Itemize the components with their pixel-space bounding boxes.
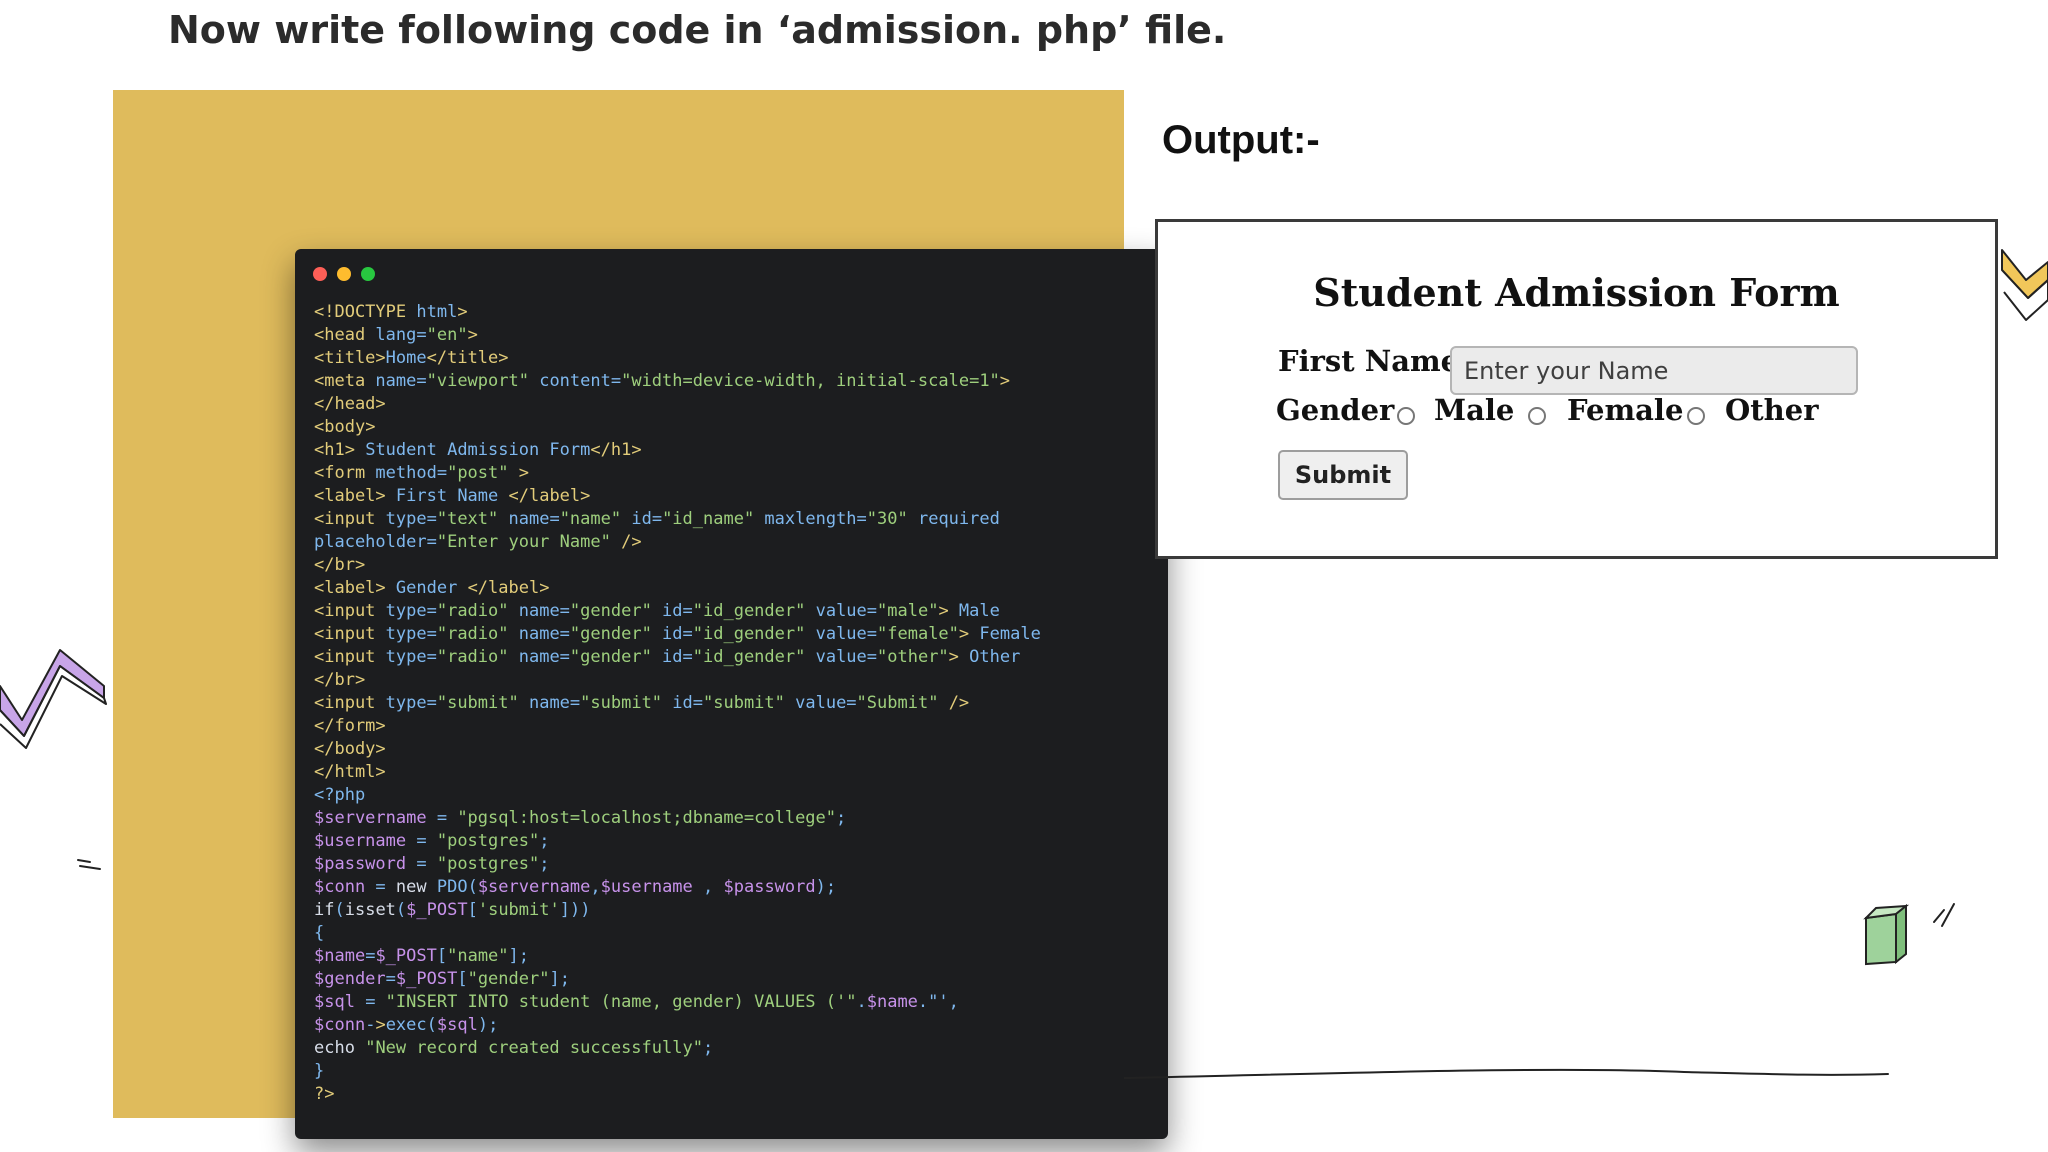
- cube-doodle-icon: [1863, 903, 1955, 966]
- submit-button[interactable]: Submit: [1278, 450, 1408, 500]
- code-line: $sql = "INSERT INTO student (name, gende…: [314, 992, 959, 1012]
- code-line: <label> First Name </label>: [314, 486, 591, 506]
- code-line: <input type="radio" name="gender" id="id…: [314, 647, 1021, 667]
- code-line: }: [314, 1061, 325, 1081]
- name-input[interactable]: [1450, 346, 1858, 395]
- code-line: </br>: [314, 555, 366, 575]
- code-line: $gender=$_POST["gender"];: [314, 969, 570, 989]
- code-line: $password = "postgres";: [314, 854, 550, 874]
- code-line: </body>: [314, 739, 386, 759]
- code-line: <title>Home</title>: [314, 348, 509, 368]
- code-line: <!DOCTYPE html>: [314, 302, 468, 322]
- dash-doodle-icon: [77, 859, 101, 870]
- code-line: </br>: [314, 670, 366, 690]
- code-line: <label> Gender </label>: [314, 578, 550, 598]
- code-line: <input type="submit" name="submit" id="s…: [314, 693, 970, 713]
- first-name-label: First Name: [1278, 344, 1460, 378]
- option-other-label: Other: [1725, 393, 1819, 427]
- code-line: </head>: [314, 394, 386, 414]
- output-preview: Student Admission Form First Name Gender…: [1155, 219, 1998, 559]
- code-line: <meta name="viewport" content="width=dev…: [314, 371, 1011, 391]
- form-heading: Student Admission Form: [1313, 270, 1840, 315]
- code-line: <input type="radio" name="gender" id="id…: [314, 601, 1000, 621]
- radio-male[interactable]: [1397, 407, 1415, 425]
- option-male-label: Male: [1434, 393, 1515, 427]
- radio-female[interactable]: [1528, 407, 1546, 425]
- maximize-dot-icon: [361, 267, 375, 281]
- code-line: <input type="radio" name="gender" id="id…: [314, 624, 1041, 644]
- zigzag-doodle-right-icon: [2001, 249, 2048, 321]
- output-label: Output:-: [1162, 118, 1320, 162]
- code-line: placeholder="Enter your Name" />: [314, 532, 642, 552]
- code-line: if(isset($_POST['submit'])): [314, 900, 591, 920]
- gender-label: Gender: [1276, 393, 1395, 427]
- code-line: $username = "postgres";: [314, 831, 550, 851]
- code-line: $name=$_POST["name"];: [314, 946, 530, 966]
- code-line: <form method="post" >: [314, 463, 529, 483]
- zigzag-doodle-icon: [0, 649, 107, 749]
- code-line: <?php: [314, 785, 366, 805]
- code-editor-window: <!DOCTYPE html> <head lang="en"> <title>Ho…: [295, 249, 1168, 1139]
- code-panel-background: <!DOCTYPE html> <head lang="en"> <title>Ho…: [113, 90, 1168, 1139]
- close-dot-icon: [313, 267, 327, 281]
- minimize-dot-icon: [337, 267, 351, 281]
- code-line: $servername = "pgsql:host=localhost;dbna…: [314, 808, 847, 828]
- code-line: <head lang="en">: [314, 325, 478, 345]
- code-line: echo "New record created successfully";: [314, 1038, 714, 1058]
- code-line: <input type="text" name="name" id="id_na…: [314, 509, 1000, 529]
- code-line: {: [314, 923, 325, 943]
- code-line: $conn = new PDO($servername,$username , …: [314, 877, 837, 897]
- code-line: </form>: [314, 716, 386, 736]
- radio-other[interactable]: [1687, 407, 1705, 425]
- code-line: ?>: [314, 1084, 335, 1104]
- slide-title: Now write following code in ‘admission. …: [168, 8, 1227, 52]
- underline-stroke-icon: [1124, 1068, 1889, 1079]
- code-line: <h1> Student Admission Form</h1>: [314, 440, 642, 460]
- code-line: </html>: [314, 762, 386, 782]
- code-line: $conn->exec($sql);: [314, 1015, 499, 1035]
- option-female-label: Female: [1567, 393, 1684, 427]
- code-line: <body>: [314, 417, 376, 437]
